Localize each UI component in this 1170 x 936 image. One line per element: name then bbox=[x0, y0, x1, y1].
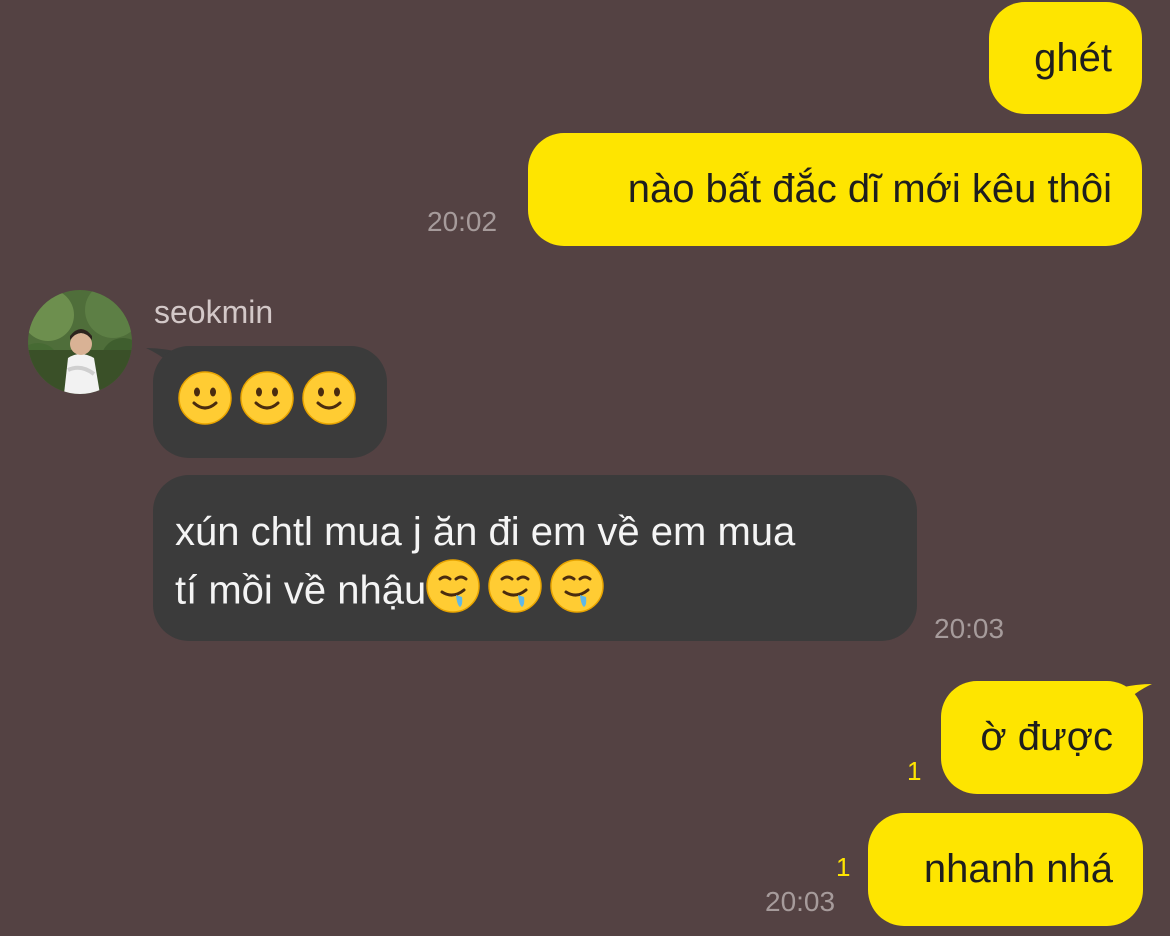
outgoing-message-bubble[interactable]: ờ được bbox=[941, 681, 1143, 794]
drooling-face-icon bbox=[426, 559, 480, 627]
message-timestamp: 20:02 bbox=[427, 206, 498, 237]
slightly-smiling-face-icon bbox=[240, 371, 294, 439]
slightly-smiling-face-icon bbox=[302, 371, 356, 439]
drooling-face-icon bbox=[488, 559, 542, 627]
incoming-message-bubble[interactable]: xún chtl mua j ăn đi em về em mua tí mồi… bbox=[153, 475, 917, 641]
message-text: ờ được bbox=[980, 715, 1113, 759]
unread-count: 1 bbox=[836, 852, 851, 882]
avatar[interactable] bbox=[28, 290, 132, 394]
incoming-message-bubble[interactable] bbox=[153, 346, 387, 458]
outgoing-message-bubble[interactable]: nhanh nhá bbox=[868, 813, 1143, 926]
slightly-smiling-face-icon bbox=[178, 371, 232, 439]
unread-count: 1 bbox=[907, 756, 922, 786]
chat-messages-area[interactable]: ghét nào bất đắc dĩ mới kêu thôi 20:02 s… bbox=[0, 0, 1170, 936]
message-timestamp: 20:03 bbox=[765, 886, 836, 917]
outgoing-message-bubble[interactable]: ghét bbox=[989, 2, 1142, 114]
message-timestamp: 20:03 bbox=[934, 613, 1005, 644]
outgoing-message-bubble[interactable]: nào bất đắc dĩ mới kêu thôi bbox=[528, 133, 1142, 246]
message-text: ghét bbox=[1034, 36, 1112, 80]
sender-name: seokmin bbox=[154, 294, 274, 330]
drooling-face-icon bbox=[550, 559, 604, 627]
message-text: nhanh nhá bbox=[923, 847, 1113, 891]
message-text-line: tí mồi về nhậu bbox=[175, 559, 917, 627]
message-text-line: xún chtl mua j ăn đi em về em mua bbox=[175, 510, 796, 554]
profile-photo bbox=[28, 290, 132, 394]
message-text: nào bất đắc dĩ mới kêu thôi bbox=[627, 167, 1112, 211]
